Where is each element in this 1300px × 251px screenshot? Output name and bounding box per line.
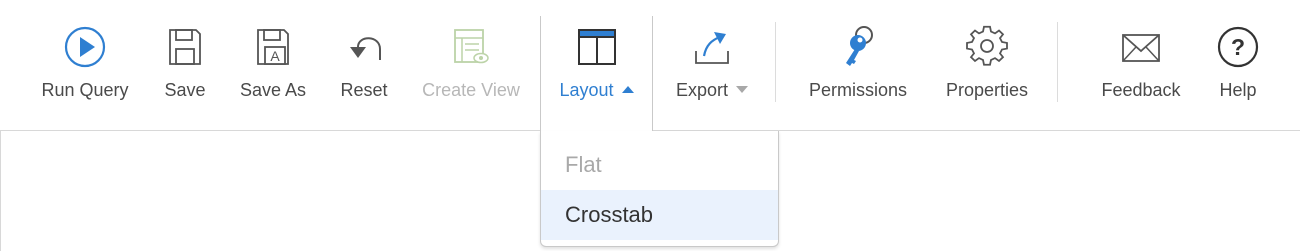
layout-option-crosstab[interactable]: Crosstab (541, 190, 778, 240)
properties-label: Properties (945, 80, 1029, 100)
reset-label: Reset (340, 80, 388, 100)
caret-down-icon (736, 86, 749, 93)
help-button[interactable]: ? Help (1206, 0, 1270, 131)
run-query-button[interactable]: Run Query (34, 0, 136, 131)
reset-button[interactable]: Reset (332, 0, 396, 131)
permissions-label: Permissions (808, 80, 908, 100)
export-label-row: Export (675, 80, 749, 101)
layout-label-row: Layout (559, 80, 634, 101)
content-left-border (0, 131, 1, 251)
gear-icon (965, 22, 1009, 72)
save-as-button[interactable]: A Save As (232, 0, 314, 131)
svg-text:A: A (270, 48, 280, 64)
help-circle-icon: ? (1216, 22, 1260, 72)
save-button[interactable]: Save (156, 0, 214, 131)
layout-table-icon (575, 22, 619, 72)
create-view-button[interactable]: Create View (414, 0, 528, 131)
export-button[interactable]: Export (662, 0, 762, 131)
save-as-label: Save As (239, 80, 307, 100)
floppy-a-icon: A (253, 22, 293, 72)
create-view-icon (451, 22, 491, 72)
export-icon (690, 22, 734, 72)
feedback-label: Feedback (1101, 80, 1181, 100)
envelope-icon (1119, 22, 1163, 72)
caret-up-icon (621, 86, 634, 93)
help-label: Help (1219, 80, 1257, 100)
layout-dropdown-menu: Flat Crosstab (540, 131, 779, 247)
run-query-label: Run Query (41, 80, 129, 100)
layout-label: Layout (559, 80, 614, 100)
play-circle-icon (63, 22, 107, 72)
properties-button[interactable]: Properties (936, 0, 1038, 131)
svg-text:?: ? (1231, 34, 1245, 60)
layout-button[interactable]: Layout (541, 0, 652, 131)
save-label: Save (164, 80, 206, 100)
create-view-label: Create View (422, 80, 520, 100)
toolbar-separator (1057, 22, 1058, 102)
feedback-button[interactable]: Feedback (1088, 0, 1194, 131)
toolbar-separator (775, 22, 776, 102)
permissions-button[interactable]: Permissions (796, 0, 920, 131)
export-label: Export (675, 80, 729, 100)
floppy-icon (165, 22, 205, 72)
layout-option-flat[interactable]: Flat (541, 140, 778, 190)
toolbar: Run Query Save A Save As Reset Create Vi… (0, 0, 1300, 132)
keys-icon (836, 22, 880, 72)
undo-icon (342, 22, 386, 72)
